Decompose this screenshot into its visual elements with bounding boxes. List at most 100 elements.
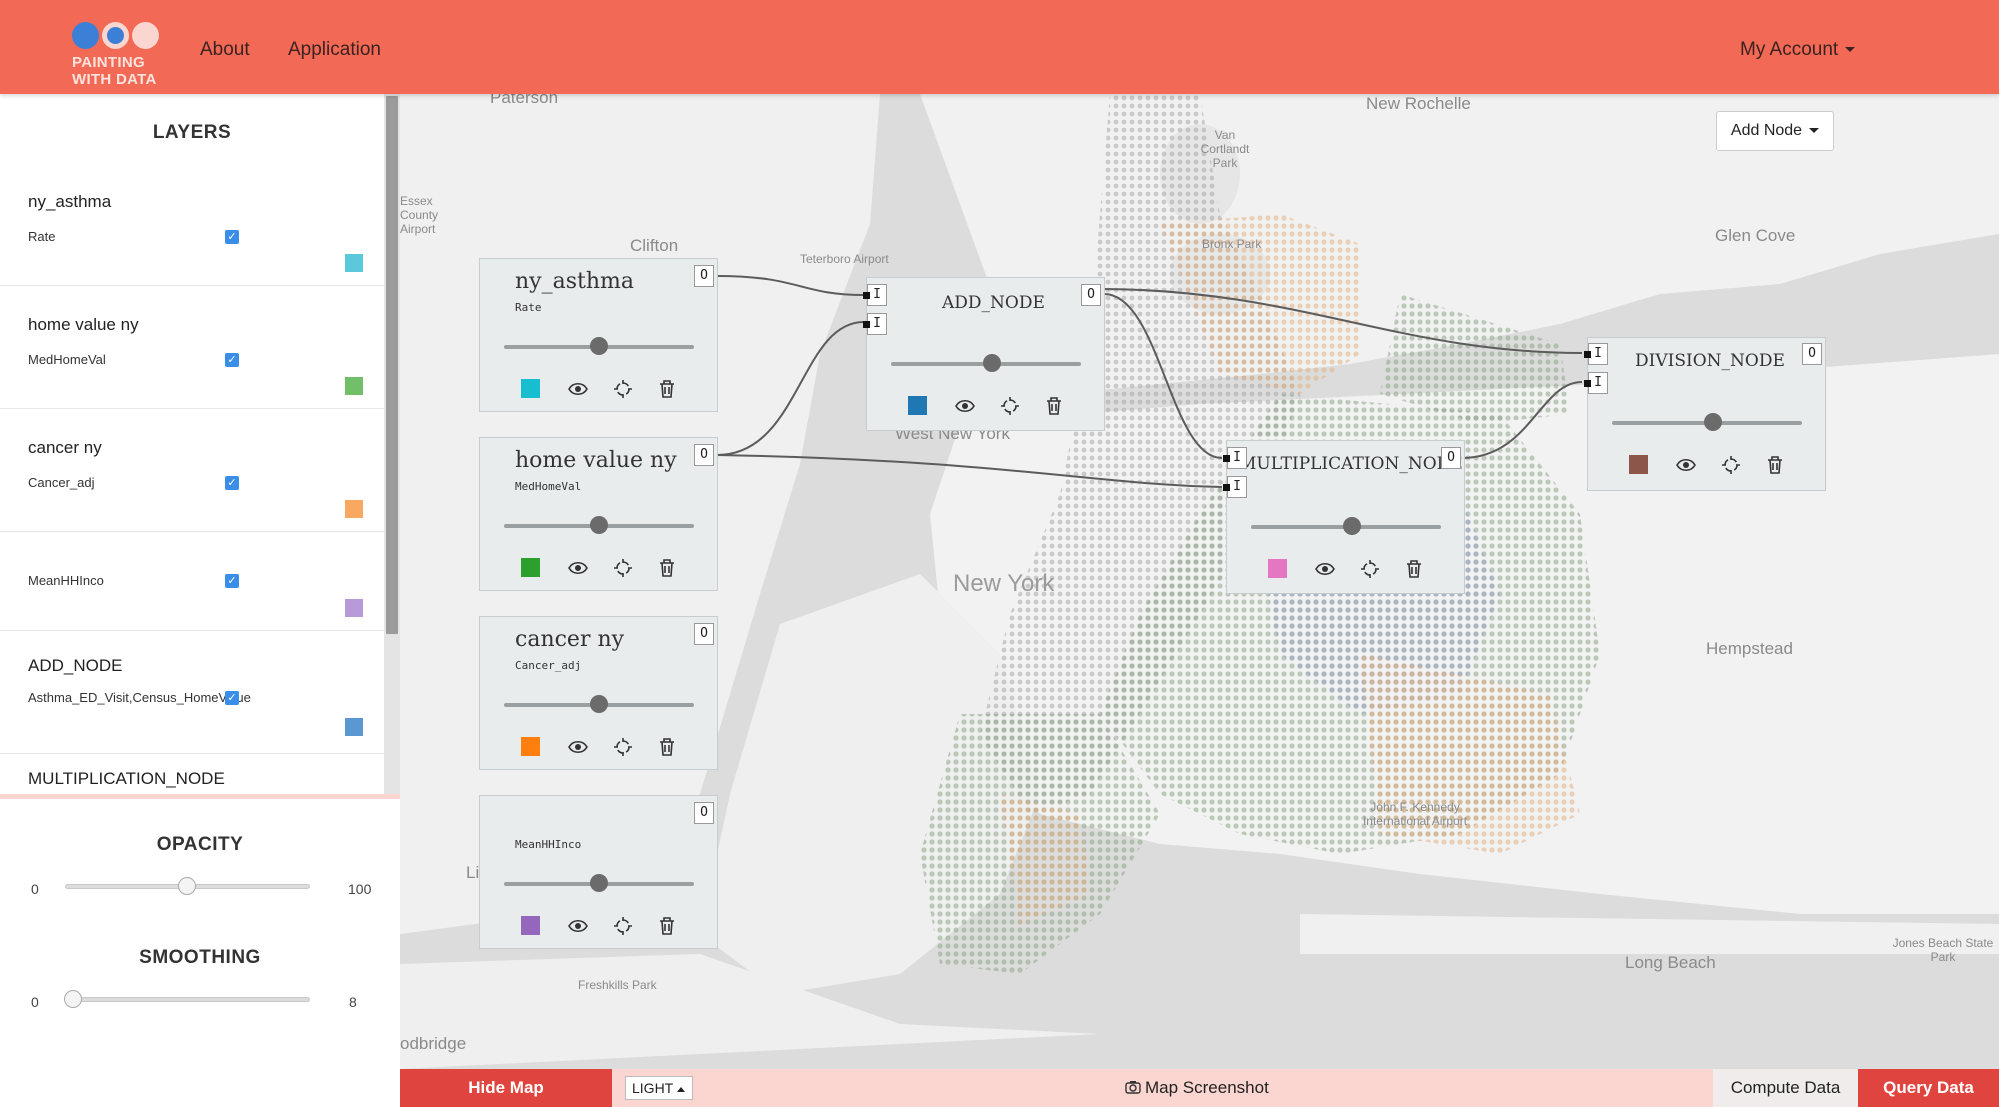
eye-icon[interactable]	[568, 737, 588, 757]
node-color-swatch[interactable]	[521, 737, 540, 756]
crosshair-icon[interactable]	[613, 737, 633, 757]
output-port[interactable]: O	[1081, 284, 1101, 306]
map-label-van-cortlandt: Van Cortlandt Park	[1200, 128, 1250, 170]
smoothing-slider[interactable]	[65, 997, 310, 1002]
crosshair-icon[interactable]	[1721, 455, 1741, 475]
node-color-swatch[interactable]	[908, 396, 927, 415]
layer-item[interactable]: MeanHHInco ✓	[0, 533, 384, 631]
node-color-swatch[interactable]	[521, 916, 540, 935]
map-theme-select[interactable]: LIGHT	[625, 1076, 693, 1100]
trash-icon[interactable]	[1404, 559, 1424, 579]
logo-text: PAINTING WITH DATA	[72, 54, 157, 88]
trash-icon[interactable]	[657, 379, 677, 399]
output-port[interactable]: O	[694, 623, 714, 645]
layer-visibility-checkbox[interactable]: ✓	[225, 574, 239, 588]
compute-data-button[interactable]: Compute Data	[1713, 1069, 1858, 1107]
node-slider-thumb[interactable]	[590, 337, 608, 355]
trash-icon[interactable]	[657, 737, 677, 757]
logo-line2: WITH DATA	[72, 71, 157, 88]
eye-icon[interactable]	[1676, 455, 1696, 475]
input-port[interactable]: I	[863, 284, 887, 306]
node-multiplication-node[interactable]: MULTIPLICATION_NODE I I O	[1223, 440, 1465, 594]
map-screenshot-button[interactable]: Map Screenshot	[1125, 1069, 1269, 1107]
node-slider-thumb[interactable]	[1343, 517, 1361, 535]
crosshair-icon[interactable]	[613, 916, 633, 936]
node-add-node[interactable]: ADD_NODE I I O	[863, 277, 1105, 431]
layer-item[interactable]: MULTIPLICATION_NODE	[0, 755, 384, 794]
layer-name: home value ny	[28, 315, 139, 334]
node-title: DIVISION_NODE	[1635, 351, 1785, 371]
eye-icon[interactable]	[568, 558, 588, 578]
node-cancer-ny[interactable]: cancer ny Cancer_adj O	[479, 616, 718, 770]
node-subtitle: MeanHHInco	[515, 838, 582, 851]
layer-visibility-checkbox[interactable]: ✓	[225, 230, 239, 244]
layer-visibility-checkbox[interactable]: ✓	[225, 353, 239, 367]
node-home-value-ny[interactable]: home value ny MedHomeVal O	[479, 437, 718, 591]
layer-item[interactable]: cancer ny Cancer_adj ✓	[0, 410, 384, 532]
layer-color-swatch[interactable]	[345, 718, 363, 736]
output-port[interactable]: O	[694, 444, 714, 466]
node-slider-thumb[interactable]	[590, 874, 608, 892]
node-slider-thumb[interactable]	[983, 354, 1001, 372]
node-title: ny_asthma	[515, 269, 634, 294]
node-color-swatch[interactable]	[1629, 455, 1648, 474]
layer-item[interactable]: ADD_NODE Asthma_ED_Visit,Census_HomeValu…	[0, 632, 384, 754]
node-color-swatch[interactable]	[521, 558, 540, 577]
output-port[interactable]: O	[694, 802, 714, 824]
layer-color-swatch[interactable]	[345, 599, 363, 617]
map-label-bronx-park: Bronx Park	[1202, 237, 1262, 251]
node-slider-thumb[interactable]	[1704, 413, 1722, 431]
layer-color-swatch[interactable]	[345, 254, 363, 272]
smoothing-slider-thumb[interactable]	[64, 990, 82, 1008]
eye-icon[interactable]	[568, 379, 588, 399]
opacity-slider-thumb[interactable]	[178, 877, 196, 895]
layer-item[interactable]: ny_asthma Rate ✓	[0, 164, 384, 286]
trash-icon[interactable]	[1044, 396, 1064, 416]
crosshair-icon[interactable]	[613, 558, 633, 578]
map-label-teterboro: Teterboro Airport	[800, 252, 889, 266]
layer-visibility-checkbox[interactable]: ✓	[225, 691, 239, 705]
my-account-label: My Account	[1740, 39, 1839, 60]
my-account-dropdown[interactable]: My Account	[1740, 39, 1856, 61]
trash-icon[interactable]	[657, 916, 677, 936]
layer-name: ADD_NODE	[28, 656, 123, 675]
input-port[interactable]: I	[1584, 343, 1608, 365]
node-color-swatch[interactable]	[521, 379, 540, 398]
logo-dot	[102, 22, 129, 49]
add-node-button[interactable]: Add Node	[1716, 111, 1834, 151]
node-color-swatch[interactable]	[1268, 559, 1287, 578]
output-port[interactable]: O	[1441, 447, 1461, 469]
layers-scrollbar-thumb[interactable]	[386, 96, 398, 634]
layer-attribute: MeanHHInco	[28, 573, 104, 588]
hide-map-button[interactable]: Hide Map	[400, 1069, 612, 1107]
layer-item[interactable]: home value ny MedHomeVal ✓	[0, 287, 384, 409]
output-port[interactable]: O	[694, 265, 714, 287]
node-slider-thumb[interactable]	[590, 695, 608, 713]
nav-about-link[interactable]: About	[200, 39, 250, 61]
node-slider-thumb[interactable]	[590, 516, 608, 534]
trash-icon[interactable]	[657, 558, 677, 578]
query-data-button[interactable]: Query Data	[1858, 1069, 1999, 1107]
smoothing-max-label: 8	[349, 994, 357, 1010]
input-port[interactable]: I	[1223, 476, 1247, 498]
eye-icon[interactable]	[1315, 559, 1335, 579]
layer-visibility-checkbox[interactable]: ✓	[225, 476, 239, 490]
crosshair-icon[interactable]	[613, 379, 633, 399]
eye-icon[interactable]	[955, 396, 975, 416]
logo-line1: PAINTING	[72, 54, 145, 71]
layer-color-swatch[interactable]	[345, 500, 363, 518]
nav-application-link[interactable]: Application	[288, 39, 381, 61]
logo[interactable]: PAINTING WITH DATA	[70, 20, 166, 90]
node-division-node[interactable]: DIVISION_NODE I I O	[1584, 337, 1826, 491]
input-port[interactable]: I	[863, 313, 887, 335]
node-ny-asthma[interactable]: ny_asthma Rate O	[479, 258, 718, 412]
output-port[interactable]: O	[1802, 343, 1822, 365]
input-port[interactable]: I	[1223, 447, 1247, 469]
input-port[interactable]: I	[1584, 372, 1608, 394]
crosshair-icon[interactable]	[1000, 396, 1020, 416]
trash-icon[interactable]	[1765, 455, 1785, 475]
crosshair-icon[interactable]	[1360, 559, 1380, 579]
layer-color-swatch[interactable]	[345, 377, 363, 395]
eye-icon[interactable]	[568, 916, 588, 936]
node-meanhhinco[interactable]: MeanHHInco O	[479, 795, 718, 949]
